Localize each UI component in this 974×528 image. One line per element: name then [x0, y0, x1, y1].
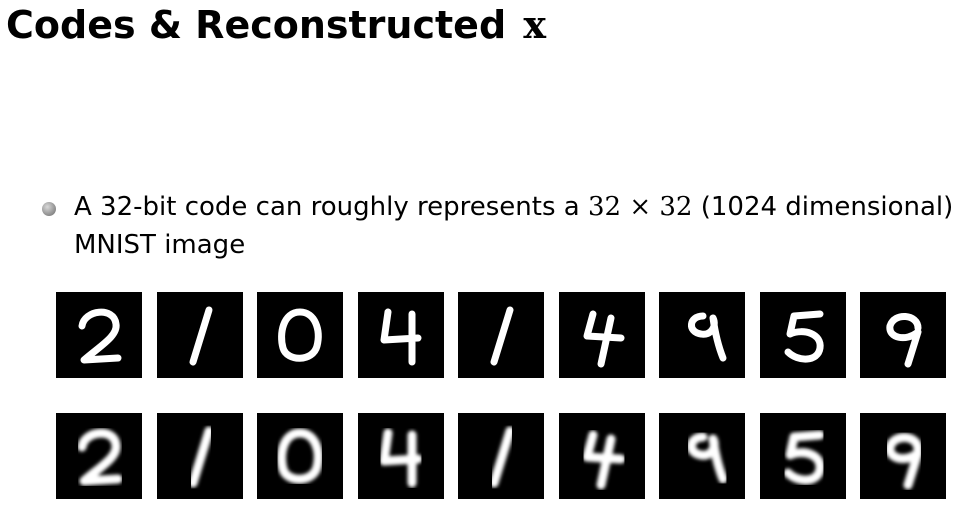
digit-2-reconstructed-icon	[77, 428, 123, 486]
original-digit-tile	[760, 292, 846, 378]
original-digit-stroke	[886, 313, 922, 368]
reconstructed-digit-tile	[559, 413, 645, 499]
reconstructed-digit-tile	[56, 413, 142, 499]
digit-4-original-icon	[583, 310, 625, 368]
original-digit-tile	[257, 292, 343, 378]
original-digit-tile	[458, 292, 544, 378]
original-digit-tile	[56, 292, 142, 378]
original-digit-tile	[860, 292, 946, 378]
reconstructed-digit-tile	[659, 413, 745, 499]
digit-5-reconstructed-icon	[783, 430, 825, 485]
original-digits-row	[56, 292, 946, 378]
slide-title-text: Codes & Reconstructed	[6, 3, 507, 47]
reconstructed-digit-stroke	[77, 428, 123, 486]
bullet-line-1: A 32-bit code can roughly represents a 3…	[74, 188, 954, 226]
bullet-math: 32 × 32	[587, 192, 693, 222]
original-digit-tile	[157, 292, 243, 378]
digit-9-reconstructed-icon	[885, 433, 923, 490]
original-digit-stroke	[78, 308, 122, 364]
digit-4-reconstructed-icon	[379, 428, 423, 488]
reconstructed-digit-stroke	[687, 432, 728, 484]
reconstructed-digit-tile	[257, 413, 343, 499]
digit-5-original-icon	[784, 310, 824, 363]
digit-9-original-icon	[886, 313, 922, 368]
original-digit-stroke	[490, 306, 514, 366]
reconstructed-digit-stroke	[188, 426, 214, 488]
slide-title: Codes & Reconstructed x	[6, 0, 546, 50]
bullet-icon	[42, 202, 56, 216]
reconstructed-digit-stroke	[277, 428, 323, 484]
digit-2-original-icon	[78, 308, 122, 364]
reconstructed-digit-stroke	[379, 428, 423, 488]
reconstructed-digit-tile	[157, 413, 243, 499]
digit-0-reconstructed-icon	[277, 428, 323, 484]
reconstructed-digits-row	[56, 413, 946, 499]
reconstructed-digit-tile	[760, 413, 846, 499]
digit-0-original-icon	[278, 308, 322, 362]
original-digit-tile	[358, 292, 444, 378]
slide-title-symbol: x	[523, 2, 547, 47]
reconstructed-digit-tile	[458, 413, 544, 499]
digit-4-original-icon	[380, 308, 422, 366]
reconstructed-digit-stroke	[489, 426, 515, 488]
digit-1-reconstructed-icon	[188, 426, 214, 488]
digit-9-reconstructed-icon	[687, 432, 728, 484]
reconstructed-digit-tile	[860, 413, 946, 499]
digit-9-original-icon	[688, 312, 727, 362]
original-digit-stroke	[278, 308, 322, 362]
digit-1-reconstructed-icon	[489, 426, 515, 488]
original-digit-tile	[559, 292, 645, 378]
reconstructed-digit-stroke	[885, 433, 923, 490]
bullet-text: A 32-bit code can roughly represents a 3…	[74, 188, 954, 264]
original-digit-stroke	[380, 308, 422, 366]
original-digit-stroke	[688, 312, 727, 362]
original-digit-stroke	[583, 310, 625, 368]
reconstructed-digit-stroke	[783, 430, 825, 485]
digit-4-reconstructed-icon	[582, 430, 626, 490]
bullet-line-2: MNIST image	[74, 230, 246, 260]
digit-1-original-icon	[189, 306, 213, 366]
reconstructed-digit-stroke	[582, 430, 626, 490]
reconstructed-digit-tile	[358, 413, 444, 499]
bullet-line-1-end: (1024 dimensional)	[692, 192, 954, 222]
original-digit-stroke	[189, 306, 213, 366]
original-digit-stroke	[784, 310, 824, 363]
digit-1-original-icon	[490, 306, 514, 366]
original-digit-tile	[659, 292, 745, 378]
bullet-line-1-start: A 32-bit code can roughly represents a	[74, 192, 588, 222]
